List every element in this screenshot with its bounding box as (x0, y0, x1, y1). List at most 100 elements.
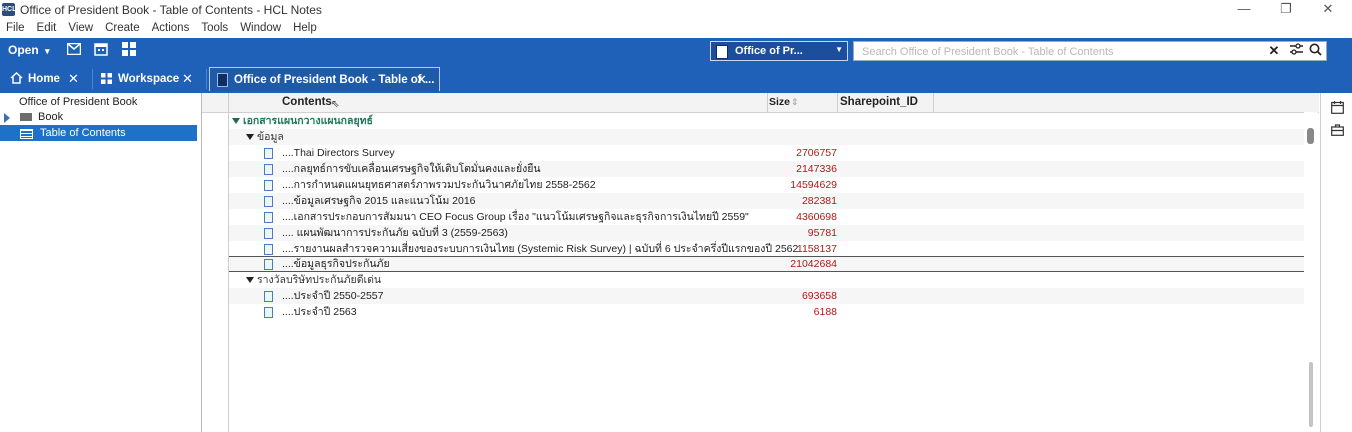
document-icon (264, 180, 273, 191)
document-row[interactable]: ....Thai Directors Survey 2706757 (229, 145, 1304, 161)
apps-grid-icon[interactable] (121, 42, 137, 58)
close-icon[interactable]: ✕ (416, 72, 427, 88)
tab-table-of-contents-label: Office of President Book - Table of ... (234, 74, 435, 86)
collapse-triangle-icon[interactable] (246, 277, 254, 283)
document-row[interactable]: ....รายงานผลสำรวจความเสี่ยงของระบบการเงิ… (229, 241, 1304, 257)
nav-item-book[interactable]: Book (0, 109, 197, 125)
column-header-sharepoint-id[interactable]: Sharepoint_ID (840, 96, 918, 108)
briefcase-icon[interactable] (1331, 124, 1344, 137)
tab-home[interactable]: Home ✕ (4, 67, 86, 91)
calendar-icon[interactable] (93, 42, 109, 58)
search-options-icon[interactable] (1288, 43, 1304, 58)
open-button-label: Open (8, 43, 39, 57)
grid-icon (101, 73, 112, 87)
view-selection-margin[interactable] (202, 93, 229, 432)
open-button[interactable]: Open ▾ (8, 43, 50, 57)
tab-home-label: Home (28, 73, 60, 85)
document-title: ....เอกสารประกอบการสัมมนา CEO Focus Grou… (282, 211, 749, 223)
document-title: ....ข้อมูลเศรษฐกิจ 2015 และแนวโน้ม 2016 (282, 195, 476, 207)
database-selector[interactable]: Office of Pr... ▼ (710, 41, 848, 61)
database-icon (217, 73, 228, 87)
category-row[interactable]: ข้อมูล (229, 129, 1304, 145)
search-box: ✕ (853, 41, 1327, 61)
title-bar: HCL Office of President Book - Table of … (0, 0, 1352, 20)
column-divider (228, 93, 229, 112)
tab-workspace[interactable]: Workspace ✕ (96, 67, 200, 91)
document-icon (264, 212, 273, 223)
nav-item-table-of-contents-label: Table of Contents (40, 127, 126, 139)
document-row-selected[interactable]: ....ข้อมูลธุรกิจประกันภัย 21042684 (229, 256, 1304, 272)
nav-item-book-label: Book (38, 111, 64, 123)
column-divider (837, 93, 838, 112)
document-size: 2706757 (796, 147, 837, 159)
menu-actions[interactable]: Actions (146, 20, 196, 38)
right-sidebar (1320, 93, 1352, 432)
column-divider (767, 93, 768, 112)
menu-tools[interactable]: Tools (195, 20, 234, 38)
column-header-contents[interactable]: Contents (282, 96, 332, 108)
chevron-down-icon: ▼ (835, 45, 843, 54)
document-size: 95781 (807, 227, 837, 239)
document-icon (264, 148, 273, 159)
tab-divider (92, 69, 93, 89)
minimize-button[interactable]: — (1234, 1, 1254, 17)
document-size: 282381 (801, 195, 837, 207)
column-header-bar: Contents ⇖ Size ⇕ Sharepoint_ID (202, 93, 1319, 113)
document-icon (264, 244, 273, 255)
document-row[interactable]: ....ประจำปี 2550-2557 693658 (229, 288, 1304, 304)
menu-view[interactable]: View (62, 20, 99, 38)
document-title: ....รายงานผลสำรวจความเสี่ยงของระบบการเงิ… (282, 243, 799, 255)
document-size: 1158137 (796, 243, 837, 255)
close-icon[interactable]: ✕ (68, 71, 79, 87)
hcl-notes-app-icon: HCL (2, 3, 16, 16)
document-title: ....การกำหนดแผนยุทธศาสตร์ภาพรวมประกันวิน… (282, 179, 596, 191)
document-row[interactable]: ....การกำหนดแผนยุทธศาสตร์ภาพรวมประกันวิน… (229, 177, 1304, 193)
clear-search-icon[interactable]: ✕ (1266, 43, 1282, 59)
collapse-triangle-icon[interactable] (246, 134, 254, 140)
mail-icon[interactable] (66, 42, 82, 58)
nav-item-table-of-contents[interactable]: Table of Contents (0, 125, 197, 141)
document-title: ....ข้อมูลธุรกิจประกันภัย (282, 258, 390, 270)
home-icon (10, 71, 23, 87)
document-size: 21042684 (790, 258, 837, 270)
search-input[interactable] (860, 43, 1264, 61)
menu-window[interactable]: Window (234, 20, 287, 38)
close-window-button[interactable]: ✕ (1318, 1, 1338, 17)
restore-button[interactable]: ❐ (1276, 1, 1296, 17)
menu-help[interactable]: Help (287, 20, 323, 38)
scrollbar-track-handle[interactable] (1309, 362, 1313, 427)
document-size: 4360698 (796, 211, 837, 223)
vertical-scrollbar[interactable] (1304, 112, 1318, 432)
mouse-cursor-icon: ⇖ (331, 99, 340, 110)
document-row[interactable]: ....กลยุทธ์การขับเคลื่อนเศรษฐกิจให้เติบโ… (229, 161, 1304, 177)
document-row[interactable]: ....เอกสารประกอบการสัมมนา CEO Focus Grou… (229, 209, 1304, 225)
document-icon (264, 291, 273, 302)
expand-triangle-icon[interactable] (4, 113, 10, 123)
tab-divider (206, 69, 207, 89)
document-size: 2147336 (796, 163, 837, 175)
collapse-triangle-icon[interactable] (232, 118, 240, 124)
document-title: ....Thai Directors Survey (282, 147, 395, 159)
menu-edit[interactable]: Edit (31, 20, 63, 38)
close-icon[interactable]: ✕ (182, 71, 193, 87)
navigation-pane: Office of President Book Book Table of C… (0, 93, 202, 432)
document-title: ....ประจำปี 2550-2557 (282, 290, 384, 302)
document-row[interactable]: .... แผนพัฒนาการประกันภัย ฉบับที่ 3 (255… (229, 225, 1304, 241)
document-row[interactable]: ....ข้อมูลเศรษฐกิจ 2015 และแนวโน้ม 2016 … (229, 193, 1304, 209)
menu-create[interactable]: Create (99, 20, 146, 38)
sort-icon[interactable]: ⇕ (791, 97, 799, 108)
menu-file[interactable]: File (0, 20, 31, 38)
scrollbar-thumb[interactable] (1307, 128, 1314, 144)
document-icon (264, 196, 273, 207)
calendar-icon[interactable] (1331, 101, 1344, 114)
document-title: .... แผนพัฒนาการประกันภัย ฉบับที่ 3 (255… (282, 227, 508, 239)
category-row[interactable]: รางวัลบริษัทประกันภัยดีเด่น (229, 272, 1304, 288)
tab-table-of-contents[interactable]: Office of President Book - Table of ... … (209, 67, 440, 91)
document-row[interactable]: ....ประจำปี 2563 6188 (229, 304, 1304, 320)
search-icon[interactable] (1307, 43, 1323, 59)
tab-workspace-label: Workspace (118, 73, 180, 85)
category-row[interactable]: เอกสารแผนกวางแผนกลยุทธ์ (229, 113, 1304, 129)
category-label: ข้อมูล (257, 131, 284, 143)
column-header-size[interactable]: Size (769, 96, 790, 108)
document-icon (264, 307, 273, 318)
